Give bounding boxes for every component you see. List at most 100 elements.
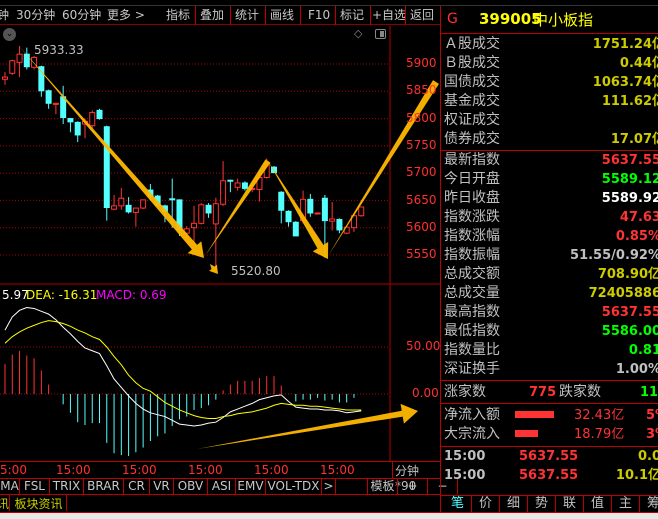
quote-row: 最低指数 5586.00 [444,323,658,339]
candle [140,199,147,209]
high-price-label: 5933.33 [34,43,84,57]
bottom-tabs: 讯 板块资讯 [0,495,440,512]
quote-tab[interactable]: 主 [612,496,640,512]
candle [198,204,205,224]
advance-decline-row: 涨家数 775 跌家数 117 [441,383,658,402]
indicator-tab[interactable]: > [322,479,336,494]
dea-label: DEA: -16.31 [26,288,98,302]
candle [314,212,321,215]
indicator-tab[interactable]: TRIX [50,479,84,494]
flow-bar [515,411,555,418]
candle [45,90,52,104]
candle [67,118,74,123]
candle [241,182,248,189]
macd-y-tick: 0.00 [412,386,439,400]
macd-y-tick: 50.00 [406,339,441,353]
indicator-button[interactable]: 指标 [166,6,190,25]
turnover-row: 债券成交17.07亿 [444,131,658,147]
indicator-tab[interactable]: BRAR [84,479,124,494]
indicator-tab[interactable]: VOL-TDX [266,479,322,494]
status-strip [0,512,658,519]
period-tab-cut[interactable]: 钟 [0,6,9,25]
period-multiplier[interactable]: 分钟*90 [392,462,440,493]
add-watchlist-button[interactable]: +自选 [372,6,406,25]
candle [307,198,314,214]
diamond-icon[interactable]: ◇ [354,27,362,40]
quote-row: 昨日收盘 5589.92 [444,190,658,206]
tab-sector-news[interactable]: 板块资讯 [11,495,67,511]
statistics-button[interactable]: 统计 [235,6,259,25]
candle [52,102,59,105]
quote-tab[interactable]: 联 [556,496,584,512]
quote-row: 指数涨幅 0.85% [444,228,658,244]
indicator-tab[interactable]: MA [0,479,20,494]
fund-flow-row: 大宗流入18.79亿3% [444,426,658,442]
more-periods-button[interactable]: 更多 > [107,6,145,25]
indicator-tabs: MA FSL TRIX BRAR CR VR OBV ASI EMV VOL-TDX > 模板 + − [0,479,458,495]
mark-button[interactable]: 标记 [340,6,364,25]
macd-label: MACD: 0.69 [96,288,167,302]
kline-chart[interactable]: ⌄ ◇ 5933.33 5520.80 5900 5850 5800 5750 5700… [0,26,440,461]
quote-tab[interactable]: 价 [472,496,500,512]
decline-count: 117 [640,385,658,400]
overlay-button[interactable]: 叠加 [200,6,224,25]
candle [227,179,234,182]
indicator-tab[interactable]: FSL [20,479,50,494]
candle [220,180,227,205]
quote-row: 深证换手 1.00% [444,361,658,377]
flow-bar [515,430,539,437]
price-y-tick: 5700 [406,165,437,180]
indicator-tab[interactable]: 模板 [368,479,398,494]
quote-row: 今日开盘 5589.12 [444,171,658,187]
back-button[interactable]: 返回 [410,6,434,25]
indicator-tab[interactable]: + [398,479,428,494]
indicator-tab[interactable]: OBV [174,479,208,494]
period-tab-60min[interactable]: 60分钟 [62,6,101,25]
period-tab-30min[interactable]: 30分钟 [16,6,55,25]
candle [9,60,16,74]
chart-canvas [0,26,440,461]
f10-button[interactable]: F10 [308,6,330,25]
quote-tab[interactable]: 值 [584,496,612,512]
period-toolbar: 钟 30分钟 60分钟 更多 > 指标 叠加 统计 画线 F10 标记 +自选 … [0,6,440,25]
candle [169,198,176,201]
quote-panel: G 399005 中小板指 Ａ股成交1751.24亿Ｂ股成交0.44亿国债成交1… [440,6,658,512]
low-price-label: 5520.80 [231,264,281,278]
price-y-tick: 5550 [406,247,437,262]
dea-line [4,320,362,419]
candle [212,203,219,225]
candle [111,205,118,210]
draw-line-button[interactable]: 画线 [270,6,294,25]
quote-row: 总成交量 72405886 [444,285,658,301]
candle [285,210,292,223]
turnover-row: 权证成交 [444,112,500,128]
candle [74,121,81,136]
panel-toggle-icon[interactable] [375,29,386,39]
annotation-arrow-small [209,264,218,274]
candle [329,218,336,222]
quote-row: 指数涨跌 47.63 [444,209,658,225]
quote-tab[interactable]: 笔 [444,496,472,512]
quote-tab[interactable]: 势 [528,496,556,512]
tab-news-cut[interactable]: 讯 [0,495,10,511]
indicator-tab[interactable]: ASI [208,479,236,494]
quote-tab[interactable]: 细 [500,496,528,512]
time-label: 15:00 [56,463,91,477]
indicator-tab[interactable]: CR [124,479,150,494]
time-axis: 5:00 15:00 15:00 15:00 15:00 15:00 分钟*90 [0,461,440,493]
candle [205,204,212,214]
quote-tab[interactable]: 筹 [640,496,658,512]
indicator-tab[interactable]: EMV [236,479,266,494]
time-label: 15:00 [188,463,223,477]
collapse-chevron-icon[interactable]: ⌄ [3,28,16,41]
annotation-arrow-down [19,46,204,258]
candle [89,112,96,127]
indicator-tab[interactable]: VR [150,479,174,494]
quote-row: 最新指数 5637.55 [444,152,658,168]
dif-label: 5.97 [2,288,29,302]
index-name: 中小板指 [533,11,594,29]
candle [278,191,285,211]
indicator-tab[interactable] [336,479,368,494]
fund-flow-row: 净流入额32.43亿5% [444,407,658,423]
macd-annotation-arrow [197,403,418,449]
